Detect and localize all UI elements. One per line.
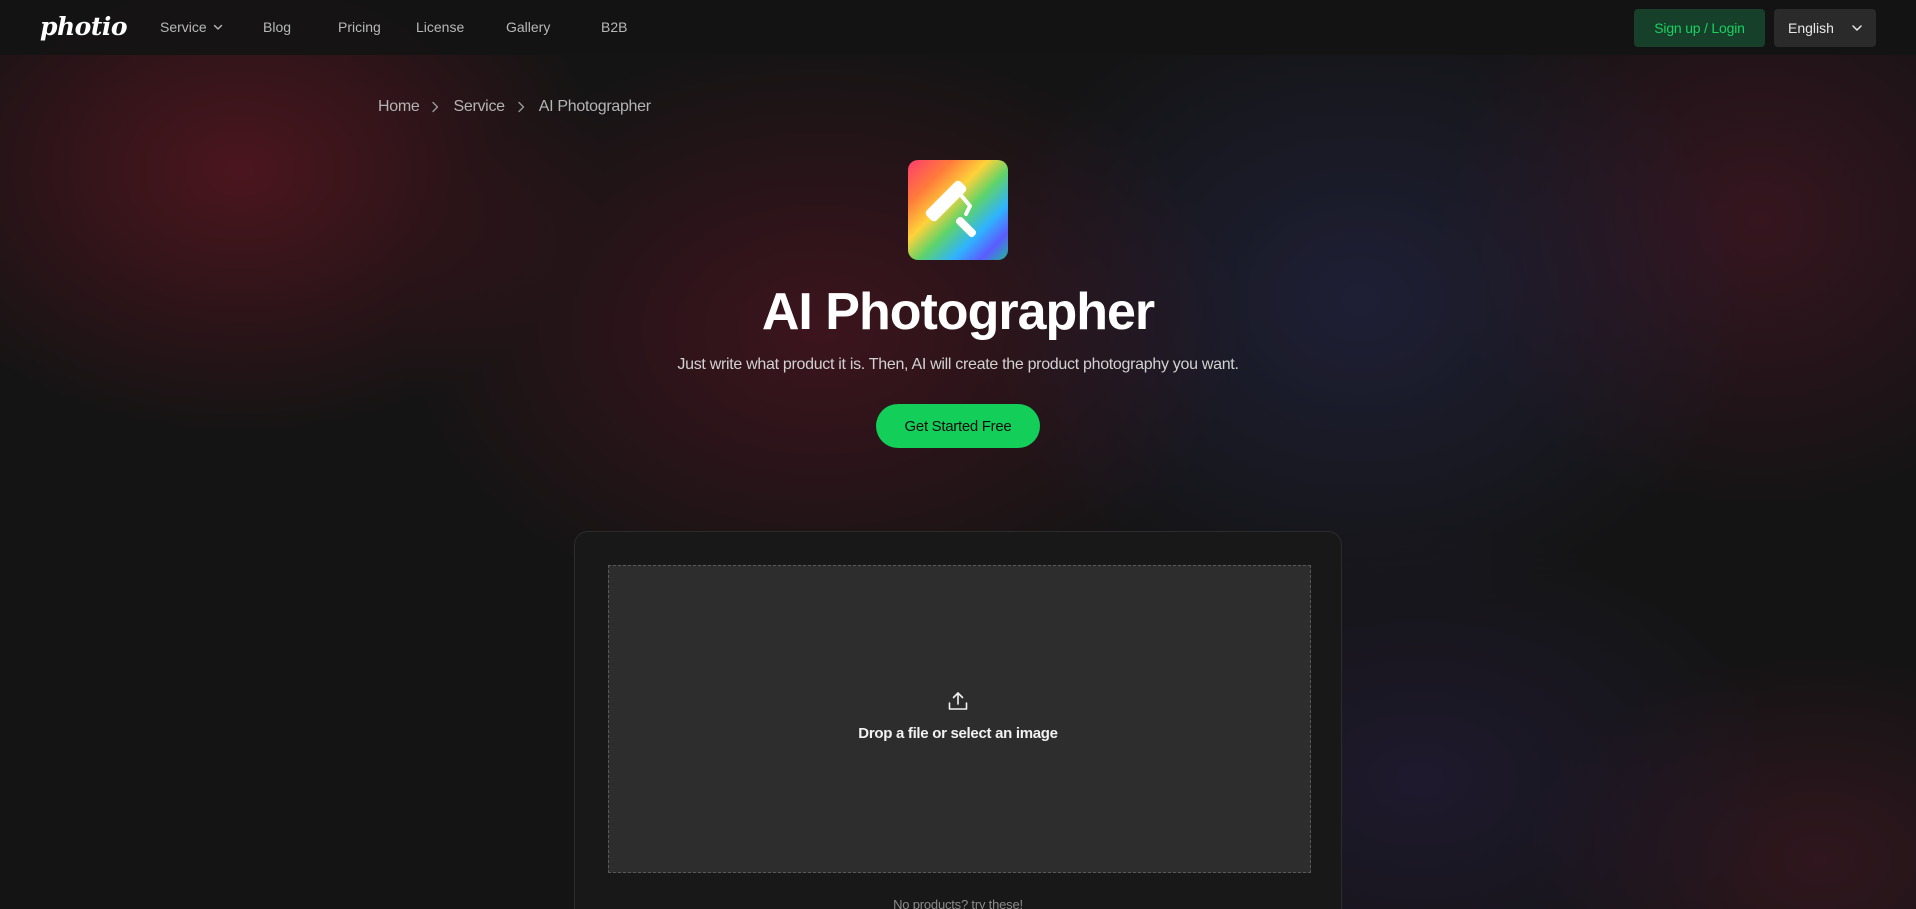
paint-roller-icon	[925, 180, 977, 238]
breadcrumb: Home Service AI Photographer	[378, 96, 651, 118]
top-navigation-bar: photio Service Blog Pricing License Gall…	[0, 0, 1916, 55]
language-select[interactable]: English	[1774, 9, 1876, 47]
photio-logo[interactable]: photio	[40, 12, 128, 41]
chevron-down-icon	[213, 24, 222, 30]
breadcrumb-service[interactable]: Service	[453, 98, 505, 116]
chevron-right-icon	[432, 101, 439, 113]
sample-products-hint[interactable]: No products? try these!	[0, 897, 1916, 909]
nav-gallery[interactable]: Gallery	[506, 19, 550, 35]
nav-pricing[interactable]: Pricing	[338, 19, 381, 35]
page: photio Service Blog Pricing License Gall…	[0, 0, 1916, 909]
get-started-button[interactable]: Get Started Free	[876, 404, 1040, 448]
chevron-right-icon	[518, 101, 524, 113]
signup-login-button[interactable]: Sign up / Login	[1634, 9, 1765, 47]
page-subtitle: Just write what product it is. Then, AI …	[677, 356, 1239, 373]
nav-service-dropdown[interactable]: Service	[160, 19, 223, 35]
breadcrumb-home[interactable]: Home	[378, 98, 420, 116]
nav-license[interactable]: License	[416, 19, 464, 35]
nav-blog[interactable]: Blog	[263, 19, 291, 35]
image-dropzone[interactable]	[608, 565, 1311, 873]
page-title: AI Photographer	[761, 283, 1155, 341]
language-value: English	[1788, 20, 1834, 36]
ai-photographer-app-icon	[908, 160, 1008, 260]
nav-service-label: Service	[160, 19, 207, 35]
dropzone-label: Drop a file or select an image	[858, 725, 1058, 742]
breadcrumb-current: AI Photographer	[538, 98, 651, 115]
upload-card	[574, 531, 1342, 909]
nav-b2b[interactable]: B2B	[601, 19, 627, 35]
chevron-down-icon	[1852, 25, 1862, 31]
upload-icon	[948, 692, 968, 710]
